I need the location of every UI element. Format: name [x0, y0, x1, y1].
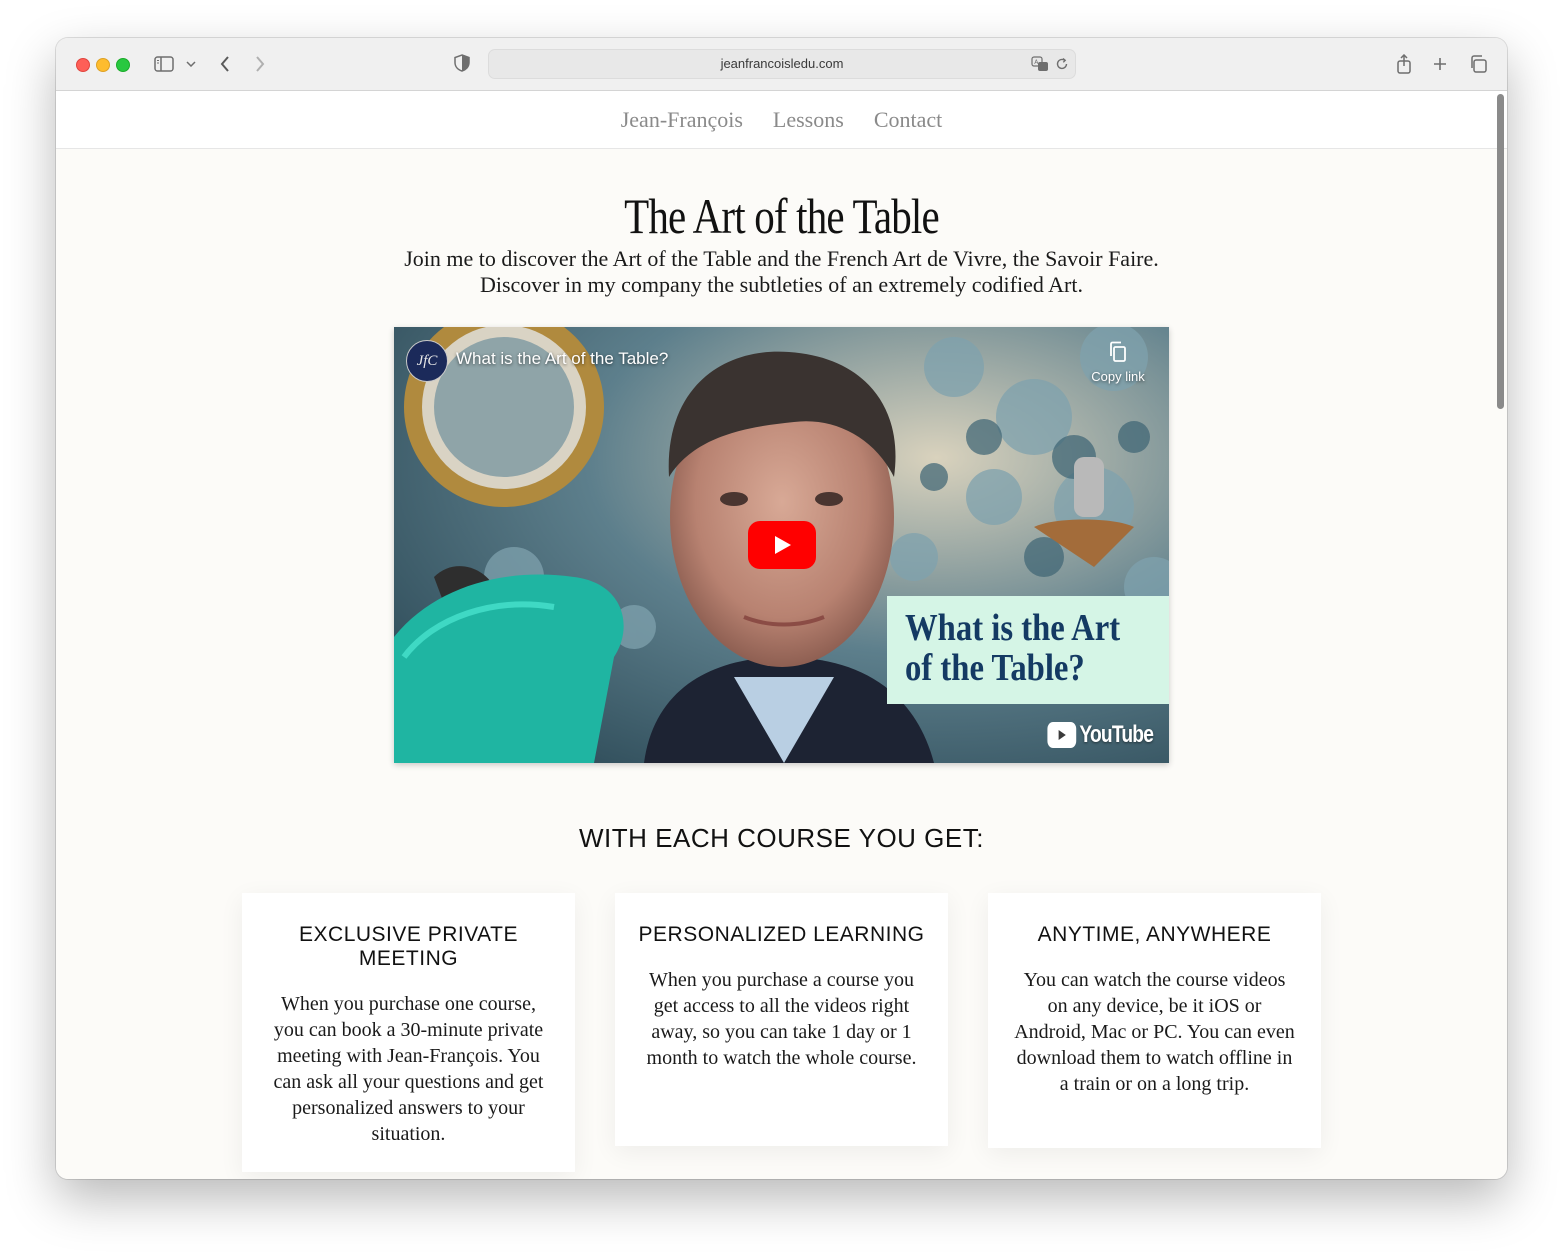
youtube-play-icon [1047, 722, 1077, 748]
feature-card-body: When you purchase a course you get acces… [646, 969, 917, 1069]
video-title[interactable]: What is the Art of the Table? [456, 349, 668, 369]
privacy-shield-icon[interactable] [454, 54, 470, 77]
feature-card: EXCLUSIVE PRIVATE MEETING When you purch… [242, 893, 575, 1172]
chevron-down-icon[interactable] [184, 52, 198, 76]
play-button[interactable] [748, 521, 816, 569]
page-title: The Art of the Table [624, 188, 940, 244]
nav-link-lessons[interactable]: Lessons [773, 107, 844, 133]
video-player[interactable]: JfC What is the Art of the Table? Copy l… [394, 327, 1169, 763]
feature-card-body: When you purchase one course, you can bo… [273, 993, 544, 1145]
translate-icon[interactable]: A [1031, 56, 1049, 77]
play-icon [775, 536, 791, 554]
reload-icon[interactable] [1055, 57, 1069, 76]
new-tab-icon[interactable] [1430, 52, 1450, 76]
minimize-window-button[interactable] [96, 58, 110, 72]
sidebar-toggle-icon[interactable] [152, 52, 176, 76]
feature-card: PERSONALIZED LEARNING When you purchase … [615, 893, 948, 1146]
feature-card-body: You can watch the course videos on any d… [1014, 969, 1295, 1095]
copy-link-label: Copy link [1091, 369, 1145, 384]
share-icon[interactable] [1394, 52, 1414, 76]
page-content: The Art of the Table Join me to discover… [56, 149, 1507, 1179]
copy-icon [1110, 341, 1126, 362]
tab-overview-icon[interactable] [1467, 52, 1489, 76]
nav-link-contact[interactable]: Contact [874, 107, 942, 133]
browser-toolbar: jeanfrancoisledu.com A [56, 38, 1507, 91]
forward-icon[interactable] [251, 52, 269, 76]
feature-card-title: EXCLUSIVE PRIVATE MEETING [299, 923, 518, 970]
intro-text: Join me to discover the Art of the Table… [404, 246, 1159, 297]
zoom-window-button[interactable] [116, 58, 130, 72]
feature-card-title: PERSONALIZED LEARNING [638, 923, 925, 946]
features-heading: WITH EACH COURSE YOU GET: [579, 823, 984, 853]
youtube-label: YouTube [1079, 721, 1153, 748]
address-bar[interactable]: jeanfrancoisledu.com A [488, 49, 1076, 79]
browser-window: jeanfrancoisledu.com A Jean-François Les… [56, 38, 1507, 1179]
feature-card-title: ANYTIME, ANYWHERE [1037, 923, 1272, 946]
close-window-button[interactable] [76, 58, 90, 72]
site-navigation: Jean-François Lessons Contact [56, 91, 1507, 149]
youtube-logo[interactable]: YouTube [1047, 721, 1154, 749]
back-icon[interactable] [216, 52, 234, 76]
page-scrollbar[interactable] [1497, 94, 1504, 409]
feature-card: ANYTIME, ANYWHERE You can watch the cour… [988, 893, 1321, 1148]
nav-link-home[interactable]: Jean-François [621, 107, 743, 133]
url-text: jeanfrancoisledu.com [720, 56, 844, 71]
copy-link-button[interactable]: Copy link [1087, 341, 1149, 384]
video-title-card: What is the Art of the Table? [887, 596, 1169, 704]
video-title-card-text: What is the Art of the Table? [905, 607, 1121, 689]
channel-logo[interactable]: JfC [406, 340, 448, 382]
